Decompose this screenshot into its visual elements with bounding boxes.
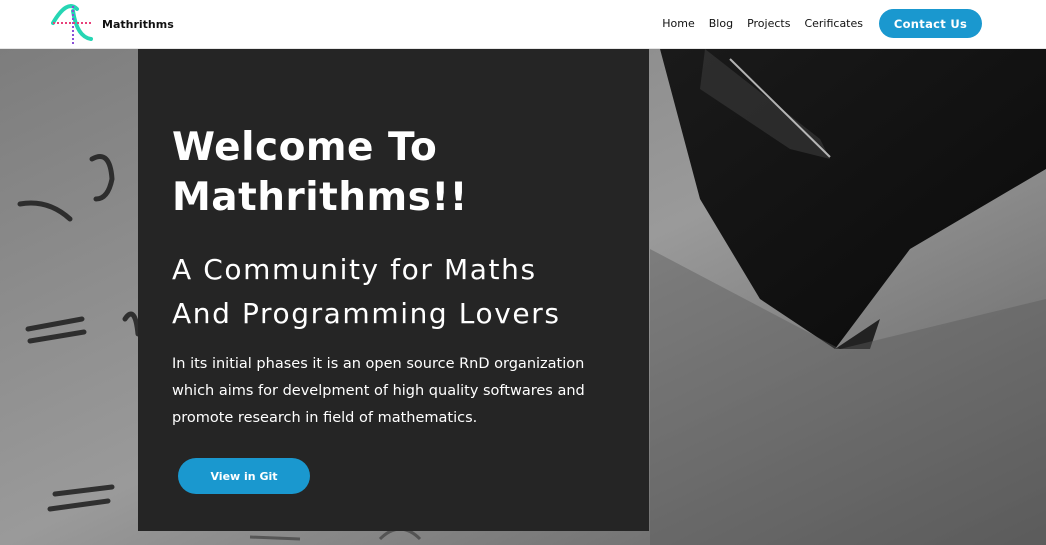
hero-section: Welcome To Mathrithms!! A Community for …: [0, 49, 1046, 545]
hero-subtitle-line2: And Programming Lovers: [172, 297, 561, 330]
hero-description: In its initial phases it is an open sour…: [172, 356, 585, 426]
nav-blog-link[interactable]: Blog: [709, 17, 733, 30]
hero-subtitle-line1: A Community for Maths: [172, 253, 537, 286]
hero-title-line2: Mathrithms!!: [172, 175, 468, 220]
nav-certificates-link[interactable]: Cerificates: [804, 17, 863, 30]
hero-subtitle: A Community for Maths And Programming Lo…: [172, 248, 642, 336]
nav-projects-link[interactable]: Projects: [747, 17, 790, 30]
brand-link[interactable]: Mathrithms: [51, 3, 174, 45]
mathrithms-logo-icon: [51, 3, 93, 45]
hero-text-panel: Welcome To Mathrithms!! A Community for …: [138, 49, 649, 531]
hero-title-line1: Welcome To: [172, 125, 438, 170]
top-navbar: Mathrithms Home Blog Projects Cerificate…: [0, 0, 1046, 49]
view-in-git-button[interactable]: View in Git: [178, 458, 310, 494]
brand-name: Mathrithms: [102, 17, 174, 31]
nav-home-link[interactable]: Home: [662, 17, 694, 30]
hero-title: Welcome To Mathrithms!!: [172, 123, 592, 223]
main-nav: Home Blog Projects Cerificates Contact U…: [662, 9, 982, 38]
contact-us-button[interactable]: Contact Us: [879, 9, 982, 38]
